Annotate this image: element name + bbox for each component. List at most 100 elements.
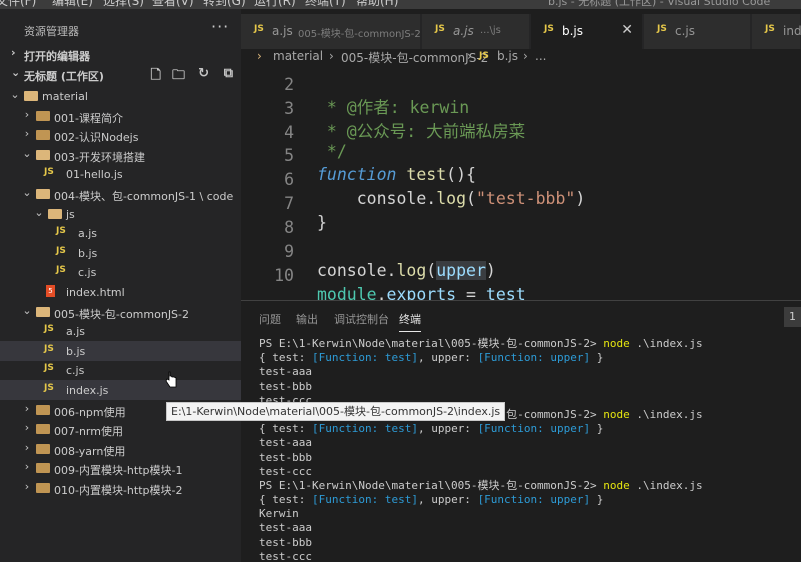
tree-file[interactable]: JS c.js bbox=[0, 262, 241, 282]
tree-folder[interactable]: ⌄ 004-模块、包-commonJS-1 \ code bbox=[0, 184, 241, 204]
window-title: b.js - 无标题 (工作区) - Visual Studio Code bbox=[548, 0, 771, 8]
folder-icon bbox=[48, 208, 62, 219]
new-file-icon[interactable]: 🗋 bbox=[151, 66, 161, 88]
new-folder-icon[interactable]: 🗀 bbox=[172, 66, 185, 88]
code-line: 6 console.log("test-bbb") bbox=[241, 151, 801, 208]
tree-file[interactable]: JS a.js bbox=[0, 223, 241, 243]
chevron-down-icon: ⌄ bbox=[22, 146, 32, 160]
chevron-right-icon: › bbox=[24, 421, 30, 435]
ellipsis-icon[interactable]: ··· bbox=[211, 17, 229, 36]
tree-folder[interactable]: › 002-认识Nodejs bbox=[0, 125, 241, 145]
code-editor[interactable]: 2 * @作者: kerwin 3 * @公众号: 大前端私房菜 4 */ 5 … bbox=[241, 66, 801, 300]
menu-help[interactable]: 帮助(H) bbox=[356, 0, 398, 9]
collapse-all-icon[interactable]: ⧉ bbox=[224, 66, 233, 81]
terminal-output[interactable]: PS E:\1-Kerwin\Node\material\005-模块-包-co… bbox=[259, 337, 799, 562]
menu-edit[interactable]: 编辑(E) bbox=[52, 0, 93, 9]
code-line: 7 } bbox=[241, 175, 801, 232]
tab-terminal[interactable]: 终端 bbox=[399, 311, 421, 332]
menu-go[interactable]: 转到(G) bbox=[203, 0, 246, 9]
tree-item-label: index.js bbox=[66, 384, 109, 397]
tab-description: ...\js bbox=[480, 25, 501, 36]
tree-item-label: 003-开发环境搭建 bbox=[54, 150, 145, 164]
tree-item-label: a.js bbox=[78, 227, 98, 241]
menu-run[interactable]: 运行(R) bbox=[254, 0, 296, 9]
terminal-line: test-ccc bbox=[259, 549, 312, 562]
tree-item-label: c.js bbox=[66, 364, 85, 378]
terminal-line: test-aaa bbox=[259, 365, 312, 379]
breadcrumb-file[interactable]: b.js bbox=[497, 49, 518, 63]
chevron-right-icon: › bbox=[24, 107, 30, 121]
tab-output[interactable]: 输出 bbox=[296, 311, 318, 327]
folder-icon bbox=[36, 404, 50, 415]
terminal-line: { test: [Function: test], upper: [Functi… bbox=[259, 422, 604, 436]
tree-folder[interactable]: ⌄ material bbox=[0, 86, 241, 106]
code-line: 10 module.exports = test bbox=[241, 247, 801, 300]
breadcrumb-symbol[interactable]: ... bbox=[535, 49, 546, 63]
tree-folder[interactable]: › 001-课程简介 bbox=[0, 106, 241, 126]
close-icon[interactable]: ✕ bbox=[621, 22, 633, 38]
tab-debug-console[interactable]: 调试控制台 bbox=[334, 311, 389, 327]
tab-b-js[interactable]: JS b.js ✕ bbox=[531, 14, 643, 49]
tree-file[interactable]: JS index.js bbox=[0, 380, 241, 400]
js-file-icon: JS bbox=[254, 24, 264, 34]
terminal-line: test-ccc bbox=[259, 464, 312, 478]
js-file-icon: JS bbox=[435, 24, 445, 34]
menu-selection[interactable]: 选择(S) bbox=[103, 0, 144, 9]
tab-label: inde bbox=[783, 24, 801, 38]
terminal-line: test-aaa bbox=[259, 521, 312, 535]
tree-folder[interactable]: ⌄ js bbox=[0, 204, 241, 224]
code-line: 5 function test(){ bbox=[241, 127, 801, 184]
workspace-label: 无标题 (工作区) bbox=[24, 70, 104, 83]
tree-folder[interactable]: ⌄ 005-模块-包-commonJS-2 bbox=[0, 302, 241, 322]
tree-folder[interactable]: › 010-内置模块-http模块-2 bbox=[0, 478, 241, 498]
tree-item-label: c.js bbox=[78, 266, 97, 280]
open-editors-label: 打开的编辑器 bbox=[24, 50, 90, 63]
tab-index-js[interactable]: JS inde bbox=[752, 14, 801, 49]
html-file-icon: 5 bbox=[46, 285, 55, 297]
breadcrumb-material[interactable]: material bbox=[273, 49, 323, 63]
breadcrumb-separator: › bbox=[467, 49, 472, 63]
js-file-icon: JS bbox=[479, 51, 489, 61]
editor-tabs: JS a.js 005-模块-包-commonJS-2 JS a.js ...\… bbox=[241, 14, 801, 49]
tree-file[interactable]: 5 index.html bbox=[0, 282, 241, 302]
code-line: 3 * @公众号: 大前端私房菜 bbox=[241, 80, 801, 141]
menu-terminal[interactable]: 终端(T) bbox=[305, 0, 346, 9]
breadcrumb: › material › 005-模块-包-commonJS-2 › JS b.… bbox=[241, 49, 801, 66]
folder-icon bbox=[36, 443, 50, 454]
tree-folder[interactable]: ⌄ 003-开发环境搭建 bbox=[0, 145, 241, 165]
tab-a-js-js[interactable]: JS a.js ...\js bbox=[422, 14, 530, 49]
tree-file[interactable]: JS c.js bbox=[0, 360, 241, 380]
js-file-icon: JS bbox=[44, 167, 54, 178]
tree-item-label: 001-课程简介 bbox=[54, 111, 123, 125]
breadcrumb-separator: › bbox=[329, 49, 334, 63]
tree-item-label: 009-内置模块-http模块-1 bbox=[54, 464, 183, 478]
refresh-icon[interactable]: ↻ bbox=[198, 66, 209, 81]
tree-item-label: 008-yarn使用 bbox=[54, 444, 126, 458]
chevron-down-icon: ⌄ bbox=[34, 205, 44, 219]
terminal-line: test-bbb bbox=[259, 379, 312, 393]
tab-problems[interactable]: 问题 bbox=[259, 311, 281, 327]
tree-folder[interactable]: › 008-yarn使用 bbox=[0, 439, 241, 459]
hand-cursor-icon bbox=[165, 371, 177, 388]
tree-folder[interactable]: › 007-nrm使用 bbox=[0, 419, 241, 439]
workspace-section[interactable]: ⌄ 无标题 (工作区) 🗋 🗀 ↻ ⧉ bbox=[0, 65, 241, 85]
tab-a-js-commonjs2[interactable]: JS a.js 005-模块-包-commonJS-2 bbox=[241, 14, 421, 49]
menu-view[interactable]: 查看(V) bbox=[152, 0, 194, 9]
terminal-line: test-bbb bbox=[259, 535, 312, 549]
chevron-down-icon: ⌄ bbox=[22, 186, 32, 199]
tree-file[interactable]: JS b.js bbox=[0, 243, 241, 263]
folder-icon bbox=[36, 483, 50, 493]
tree-file[interactable]: JS b.js bbox=[0, 340, 241, 361]
menu-file[interactable]: 文件(F) bbox=[0, 0, 36, 9]
terminal-instance-badge[interactable]: 1 bbox=[784, 307, 801, 327]
tab-c-js[interactable]: JS c.js bbox=[644, 14, 751, 49]
tree-item-label: 010-内置模块-http模块-2 bbox=[54, 484, 183, 497]
chevron-right-icon: › bbox=[11, 46, 16, 59]
open-editors-section[interactable]: › 打开的编辑器 bbox=[0, 45, 241, 65]
tab-label: b.js bbox=[562, 24, 584, 38]
tree-file[interactable]: JS 01-hello.js bbox=[0, 164, 241, 184]
chevron-right-icon: › bbox=[24, 440, 30, 454]
tree-file[interactable]: JS a.js bbox=[0, 321, 241, 341]
tree-item-label: b.js bbox=[66, 344, 86, 358]
tree-folder[interactable]: › 009-内置模块-http模块-1 bbox=[0, 458, 241, 478]
